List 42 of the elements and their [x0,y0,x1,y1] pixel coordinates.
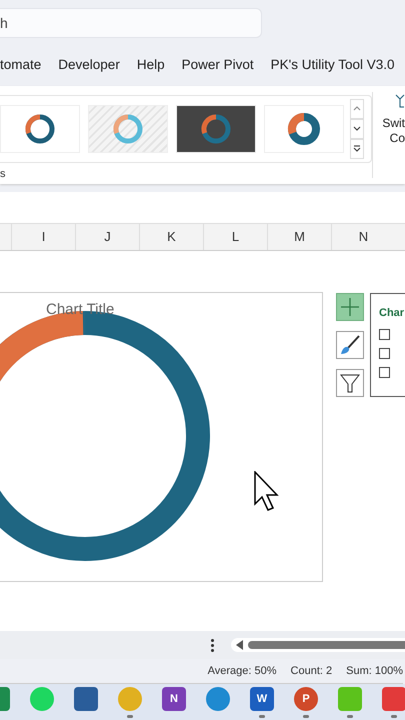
more-button[interactable] [350,138,364,159]
switch-button[interactable]: Swit Co [373,86,405,184]
chart-style-thumbnail[interactable] [264,104,344,153]
chart-styles-button[interactable] [336,330,364,359]
scroll-left-icon[interactable] [236,640,244,650]
column-header[interactable]: I [11,224,75,250]
status-text: Sum: 100% [346,665,403,678]
column-header[interactable]: M [267,224,331,250]
switch-icon [395,94,405,108]
column-header[interactable]: K [139,224,203,250]
checkbox[interactable] [379,328,390,340]
popup-title: Char [379,306,405,319]
column-header[interactable]: N [331,224,395,250]
ribbon-tab[interactable]: Power Pivot [182,57,254,72]
checkbox[interactable] [379,348,390,359]
chevron-down-icon [353,126,361,132]
brush-icon [339,334,361,356]
plus-icon [340,296,360,317]
chart-elements-button[interactable] [336,292,364,321]
column-header[interactable]: J [75,224,139,250]
scroll-down-button[interactable] [350,118,364,139]
status-text: Average: 50% [208,665,277,678]
checkbox[interactable] [379,366,390,378]
filter-icon [340,372,360,393]
taskbar-app-icon[interactable] [382,684,405,720]
chart-style-thumbnail[interactable] [0,104,80,153]
search-field[interactable]: h [0,8,262,38]
ribbon-tab[interactable]: tomate [0,57,42,72]
ribbon-tab[interactable]: Developer [58,57,120,72]
chart-style-thumbnail[interactable] [88,104,168,153]
chevron-up-icon [353,106,361,112]
status-text: Count: 2 [290,665,332,678]
horizontal-scrollbar[interactable] [231,638,405,652]
ribbon-tab[interactable]: PK's Utility Tool V3.0 [270,57,395,72]
more-options-icon[interactable] [211,638,214,652]
ribbon-tab[interactable]: Help [136,57,165,72]
chart-style-thumbnail[interactable] [176,104,256,153]
expand-icon [353,145,361,152]
mouse-cursor-icon [254,470,280,511]
column-header[interactable]: L [203,224,267,250]
chart-filters-button[interactable] [336,368,364,397]
group-label: s [0,168,6,180]
